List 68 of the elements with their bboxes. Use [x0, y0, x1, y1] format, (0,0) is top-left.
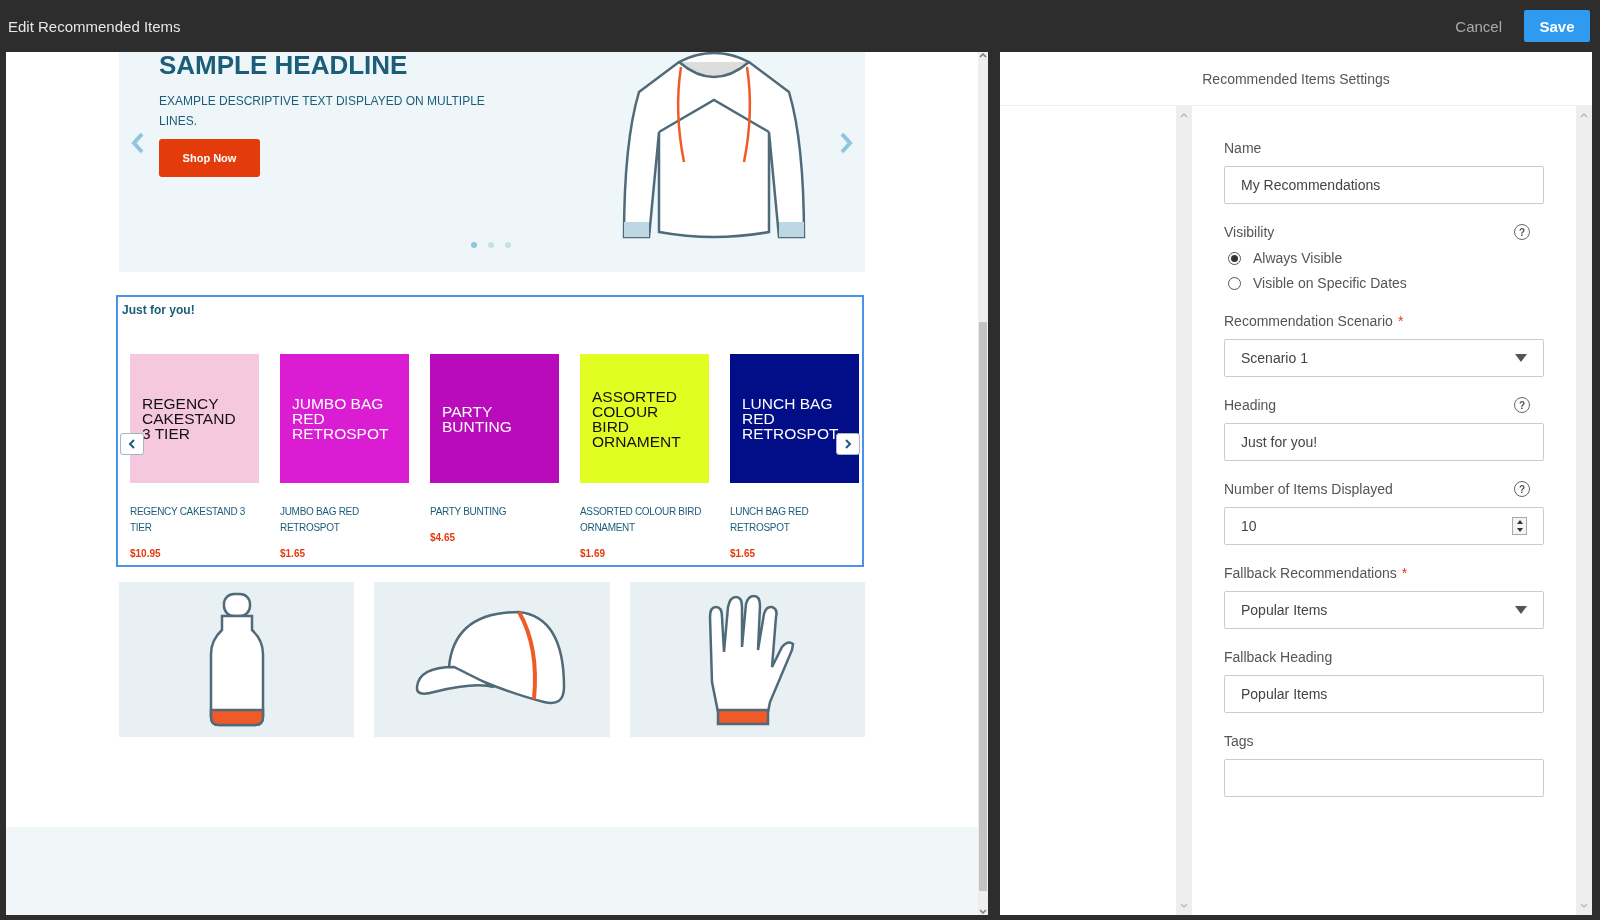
- scrollbar[interactable]: [1176, 106, 1192, 915]
- scroll-up-icon[interactable]: [979, 52, 987, 58]
- dropdown[interactable]: Scenario 1: [1224, 339, 1544, 377]
- field-label: Tags: [1224, 733, 1254, 749]
- product-image: ASSORTED COLOUR BIRD ORNAMENT: [580, 354, 709, 483]
- scroll-up-icon[interactable]: [1580, 112, 1588, 118]
- recommendations-heading: Just for you!: [122, 303, 195, 317]
- chevron-right-icon[interactable]: [839, 132, 853, 154]
- dropdown[interactable]: Popular Items: [1224, 591, 1544, 629]
- scrollbar-thumb[interactable]: [979, 322, 987, 891]
- product-name: REGENCY CAKESTAND 3 TIER: [130, 505, 247, 535]
- product-price: $1.65: [280, 548, 306, 559]
- product-image: LUNCH BAG RED RETROSPOT: [730, 354, 859, 483]
- product-price: $4.65: [430, 532, 456, 543]
- scroll-down-icon[interactable]: [979, 909, 987, 915]
- scroll-down-icon[interactable]: [1580, 903, 1588, 909]
- carousel-dot[interactable]: [488, 242, 494, 248]
- text-field[interactable]: My Recommendations: [1224, 166, 1544, 204]
- field-label: Name: [1224, 140, 1262, 156]
- field-label: Fallback Recommendations: [1224, 565, 1397, 581]
- panel-title: Recommended Items Settings: [1202, 70, 1390, 87]
- product-price: $1.65: [730, 548, 756, 559]
- product-image: JUMBO BAG RED RETROSPOT: [280, 354, 409, 483]
- product-price: $10.95: [130, 548, 161, 559]
- product-name: PARTY BUNTING: [430, 505, 508, 519]
- scroll-up-icon[interactable]: [1180, 112, 1188, 118]
- headline: SAMPLE HEADLINE: [159, 52, 409, 81]
- caret-down-icon: [1515, 354, 1527, 362]
- cancel-button[interactable]: Cancel: [1451, 13, 1506, 39]
- dropdown-value: Popular Items: [1241, 602, 1328, 618]
- arrow-up-icon: [1516, 520, 1523, 524]
- chevron-right-icon: [844, 439, 852, 449]
- required-mark: *: [1401, 565, 1408, 581]
- number-field[interactable]: 10: [1224, 507, 1544, 545]
- arrow-down-icon: [1516, 528, 1523, 532]
- dropdown-value: Scenario 1: [1241, 350, 1308, 366]
- chevron-left-icon: [128, 439, 136, 449]
- product-name: LUNCH BAG RED RETROSPOT: [730, 505, 810, 535]
- field-label: Recommendation Scenario: [1224, 313, 1393, 329]
- banner-description: EXAMPLE DESCRIPTIVE TEXT DISPLAYED ON MULTIPLE LINES.: [159, 93, 486, 130]
- field-label: Fallback Heading: [1224, 649, 1333, 665]
- field-label: Number of Items Displayed: [1224, 481, 1393, 497]
- carousel-dot[interactable]: [471, 242, 477, 248]
- field-value: 10: [1241, 518, 1257, 534]
- scrollbar[interactable]: [978, 52, 988, 915]
- product-name: ASSORTED COLOUR BIRD ORNAMENT: [580, 505, 703, 535]
- carousel-next-button[interactable]: [836, 433, 860, 455]
- spinner-control[interactable]: [1512, 517, 1527, 535]
- text-field[interactable]: [1224, 759, 1544, 797]
- required-mark: *: [1397, 313, 1404, 329]
- radio-label[interactable]: Visible on Specific Dates: [1253, 275, 1407, 291]
- product-price: $1.69: [580, 548, 606, 559]
- radio-label[interactable]: Always Visible: [1253, 250, 1343, 266]
- scrollbar[interactable]: [1576, 106, 1592, 915]
- product-image: PARTY BUNTING: [430, 354, 559, 483]
- field-label: Heading: [1224, 397, 1277, 413]
- carousel-prev-button[interactable]: [120, 433, 144, 455]
- carousel-dot[interactable]: [505, 242, 511, 248]
- field-label: Visibility: [1224, 224, 1275, 240]
- chevron-left-icon[interactable]: [131, 132, 145, 154]
- window-title: Edit Recommended Items: [8, 17, 182, 35]
- product-name: JUMBO BAG RED RETROSPOT: [280, 505, 360, 535]
- shop-now-button[interactable]: Shop Now: [159, 139, 260, 177]
- text-field[interactable]: Popular Items: [1224, 675, 1544, 713]
- scroll-down-icon[interactable]: [1180, 903, 1188, 909]
- text-field[interactable]: Just for you!: [1224, 423, 1544, 461]
- caret-down-icon: [1515, 606, 1527, 614]
- recommendations-panel[interactable]: [116, 295, 864, 567]
